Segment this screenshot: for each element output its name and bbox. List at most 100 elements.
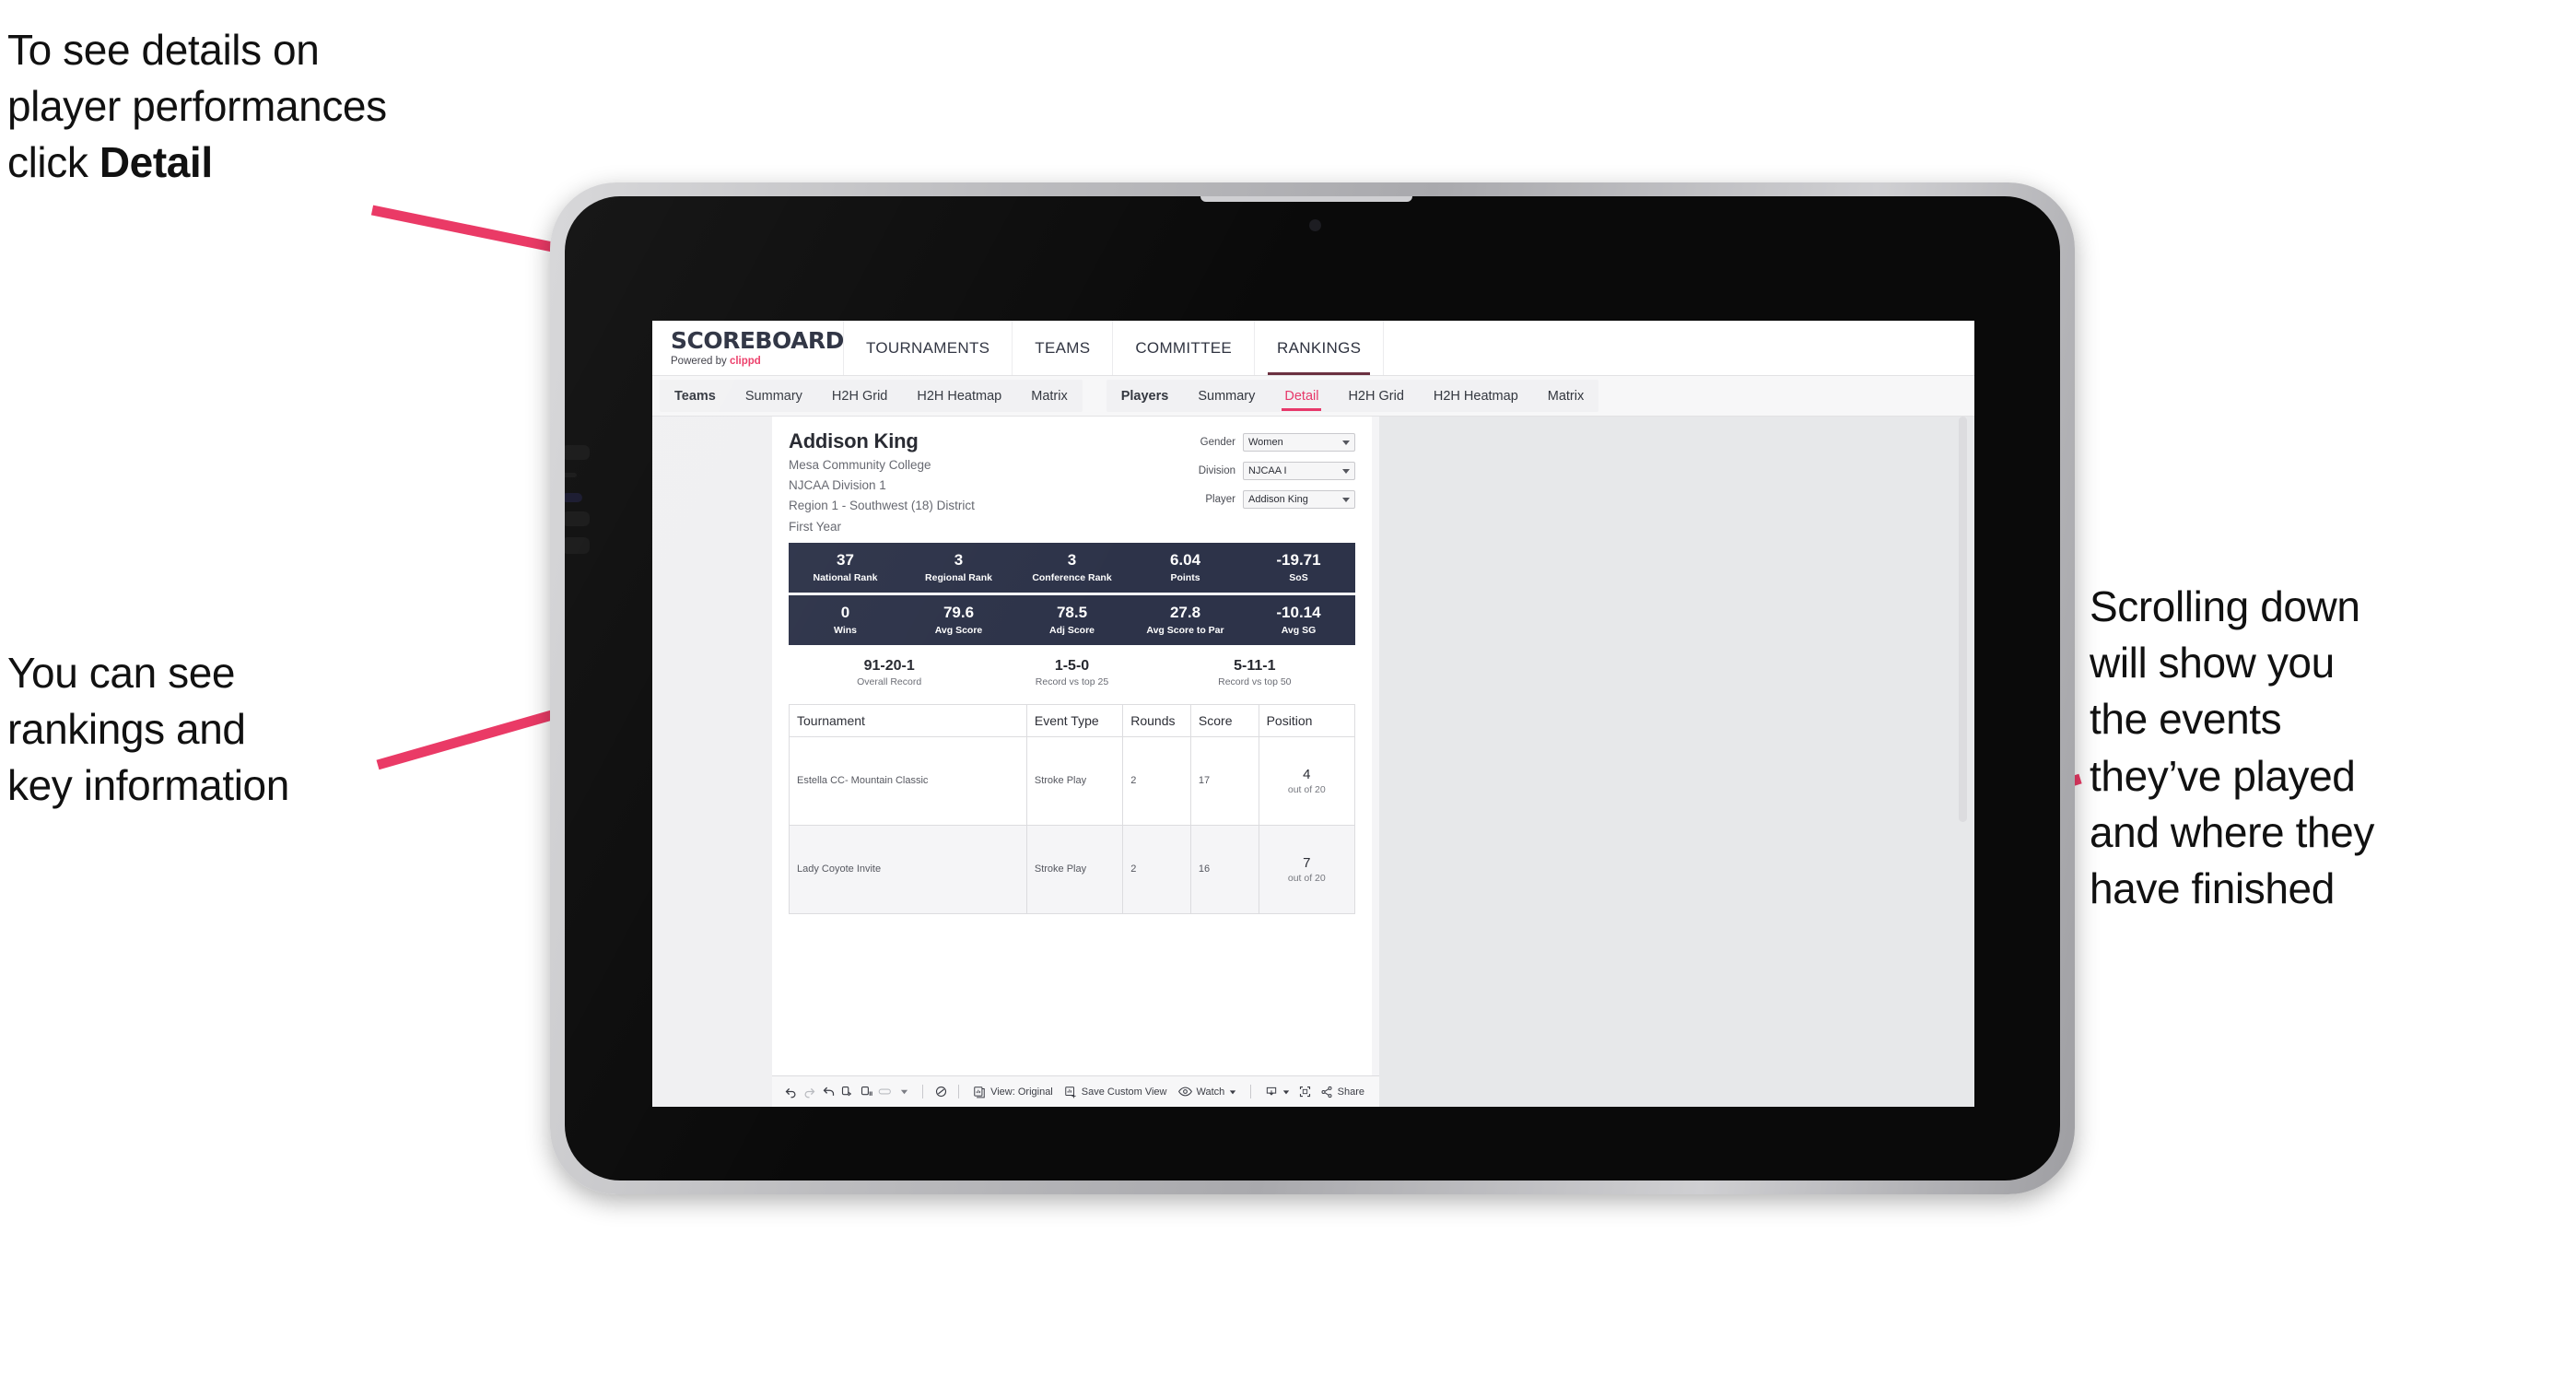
redo-icon[interactable] bbox=[801, 1085, 820, 1098]
record-value: 91-20-1 bbox=[863, 657, 915, 674]
filter-player: Player Addison King bbox=[1188, 490, 1355, 509]
tab-teams-h2h-heatmap[interactable]: H2H Heatmap bbox=[902, 380, 1016, 412]
cell-position: 7 out of 20 bbox=[1258, 824, 1356, 914]
side-marker bbox=[565, 473, 577, 477]
stat-value: -10.14 bbox=[1276, 604, 1321, 622]
stat-points: 6.04 Points bbox=[1129, 551, 1242, 583]
tab-group-players-label: Players bbox=[1120, 388, 1169, 404]
stat-label: Avg SG bbox=[1281, 624, 1317, 636]
record-value: 1-5-0 bbox=[1054, 657, 1090, 674]
filter-division: Division NJCAA I bbox=[1188, 462, 1355, 480]
tab-players-h2h-heatmap[interactable]: H2H Heatmap bbox=[1419, 380, 1533, 412]
chevron-down-icon bbox=[1342, 498, 1350, 502]
refresh-data-icon[interactable] bbox=[838, 1085, 858, 1098]
viz-bottom-toolbar: View: Original Save Custom View Watch Sh… bbox=[772, 1075, 1379, 1107]
stat-label: Points bbox=[1170, 571, 1200, 583]
workspace-fill bbox=[1379, 417, 1974, 1107]
filter-division-select[interactable]: NJCAA I bbox=[1243, 462, 1355, 480]
filter-division-value: NJCAA I bbox=[1248, 465, 1287, 476]
annotation-top-left: To see details on player performances cl… bbox=[7, 22, 597, 192]
cell-position: 4 out of 20 bbox=[1258, 735, 1356, 826]
stat-value: 37 bbox=[837, 551, 854, 570]
logo-tagline-prefix: Powered by bbox=[671, 356, 730, 367]
column-header-event-type[interactable]: Event Type bbox=[1025, 703, 1124, 737]
filter-gender-select[interactable]: Women bbox=[1243, 433, 1355, 452]
fullscreen-icon[interactable] bbox=[1295, 1085, 1315, 1098]
stat-label: SoS bbox=[1289, 571, 1308, 583]
undo-icon[interactable] bbox=[781, 1085, 801, 1098]
chevron-down-icon bbox=[1282, 1089, 1290, 1094]
topnav-spacer bbox=[1384, 321, 1974, 375]
revert-icon[interactable] bbox=[819, 1085, 838, 1098]
annotation-right: Scrolling down will show you the events … bbox=[2090, 582, 2374, 912]
stat-adj-score: 78.5 Adj Score bbox=[1015, 604, 1129, 636]
tab-teams-matrix[interactable]: Matrix bbox=[1016, 380, 1082, 412]
cell-rounds: 2 bbox=[1122, 735, 1191, 826]
player-year: First Year bbox=[789, 519, 842, 534]
tab-teams-h2h-grid[interactable]: H2H Grid bbox=[817, 380, 902, 412]
stat-label: Adj Score bbox=[1048, 624, 1095, 636]
player-region: Region 1 - Southwest (18) District bbox=[789, 499, 975, 513]
view-original-button[interactable]: View: Original bbox=[973, 1086, 1053, 1098]
stat-value: 79.6 bbox=[943, 604, 975, 622]
pause-auto-update-icon[interactable] bbox=[857, 1085, 876, 1098]
tab-players-h2h-grid[interactable]: H2H Grid bbox=[1333, 380, 1418, 412]
share-label: Share bbox=[1337, 1086, 1364, 1098]
tab-group-teams: Teams Summary H2H Grid H2H Heatmap Matri… bbox=[660, 380, 1083, 412]
stat-bar-scoring: 0 Wins 79.6 Avg Score 78.5 Adj Score 27.… bbox=[789, 594, 1355, 645]
filter-player-label: Player bbox=[1205, 494, 1235, 505]
table-row[interactable]: Estella CC- Mountain Classic Stroke Play… bbox=[789, 735, 1356, 826]
loop-icon[interactable] bbox=[876, 1085, 896, 1098]
indicator-light bbox=[565, 493, 582, 502]
tab-players-detail[interactable]: Detail bbox=[1270, 380, 1333, 412]
watch-button[interactable]: Watch bbox=[1177, 1086, 1237, 1098]
topnav-rankings[interactable]: RANKINGS bbox=[1255, 321, 1385, 375]
vertical-scrollbar[interactable] bbox=[1959, 417, 1967, 822]
column-header-score[interactable]: Score bbox=[1189, 703, 1259, 737]
stat-value: 6.04 bbox=[1169, 551, 1201, 570]
save-custom-view-label: Save Custom View bbox=[1081, 1086, 1167, 1098]
power-button[interactable] bbox=[565, 537, 590, 554]
logo-wordmark: SCOREBOARD bbox=[671, 327, 844, 354]
loop-dropdown-icon[interactable] bbox=[895, 1087, 914, 1096]
table-row[interactable]: Lady Coyote Invite Stroke Play 2 16 7 ou… bbox=[789, 824, 1356, 914]
column-header-tournament[interactable]: Tournament bbox=[789, 703, 1027, 737]
filter-gender: Gender Women bbox=[1188, 433, 1355, 452]
tab-players-summary[interactable]: Summary bbox=[1183, 380, 1270, 412]
clear-filters-icon[interactable] bbox=[931, 1085, 951, 1098]
chevron-down-icon bbox=[1230, 1089, 1236, 1094]
record-vs-top-50: 5-11-1 Record vs top 50 bbox=[1164, 658, 1346, 687]
player-division: NJCAA Division 1 bbox=[789, 478, 886, 493]
sub-tab-bar: Teams Summary H2H Grid H2H Heatmap Matri… bbox=[652, 376, 1974, 417]
topnav-committee[interactable]: COMMITTEE bbox=[1113, 321, 1256, 375]
tablet-screen-bezel: SCOREBOARD Powered by clippd TOURNAMENTS… bbox=[565, 196, 2060, 1180]
tab-teams-summary[interactable]: Summary bbox=[731, 380, 817, 412]
stat-avg-score-to-par: 27.8 Avg Score to Par bbox=[1129, 604, 1242, 635]
save-custom-view-button[interactable]: Save Custom View bbox=[1064, 1086, 1167, 1098]
workspace-left-gutter bbox=[652, 417, 772, 1107]
tab-players-matrix[interactable]: Matrix bbox=[1533, 380, 1598, 412]
player-name: Addison King bbox=[789, 429, 919, 452]
column-header-position[interactable]: Position bbox=[1258, 703, 1356, 737]
stat-label: National Rank bbox=[813, 571, 878, 583]
cell-tournament: Estella CC- Mountain Classic bbox=[789, 735, 1027, 826]
stat-value: 3 bbox=[954, 551, 964, 570]
column-header-rounds[interactable]: Rounds bbox=[1122, 703, 1191, 737]
topnav-tournaments[interactable]: TOURNAMENTS bbox=[844, 321, 1013, 375]
download-button[interactable] bbox=[1265, 1086, 1290, 1098]
volume-down-button[interactable] bbox=[565, 511, 590, 526]
filter-gender-value: Women bbox=[1248, 437, 1283, 448]
view-original-label: View: Original bbox=[990, 1086, 1053, 1098]
stat-label: Regional Rank bbox=[925, 571, 992, 583]
share-button[interactable]: Share bbox=[1320, 1086, 1364, 1098]
topnav-teams[interactable]: TEAMS bbox=[1013, 321, 1114, 375]
app-logo[interactable]: SCOREBOARD Powered by clippd bbox=[652, 321, 844, 375]
volume-up-button[interactable] bbox=[565, 445, 590, 460]
toolbar-divider bbox=[1250, 1085, 1252, 1098]
record-label: Overall Record bbox=[857, 675, 922, 687]
record-label: Record vs top 50 bbox=[1218, 675, 1292, 687]
filter-player-select[interactable]: Addison King bbox=[1243, 490, 1355, 509]
filter-division-label: Division bbox=[1198, 465, 1235, 476]
stat-value: 78.5 bbox=[1056, 604, 1088, 622]
stat-wins: 0 Wins bbox=[789, 604, 902, 635]
